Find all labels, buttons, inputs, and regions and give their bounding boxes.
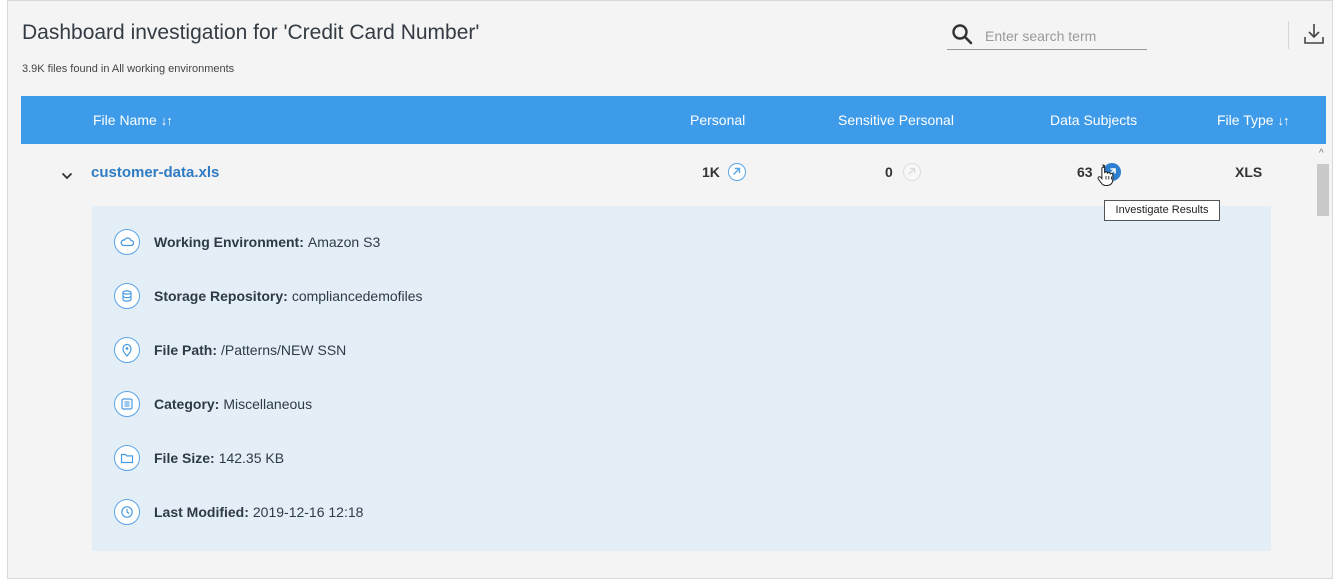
file-type-value: XLS: [1235, 164, 1263, 180]
clock-icon: [114, 499, 140, 525]
detail-label: Category:: [154, 396, 220, 412]
detail-label: Working Environment:: [154, 234, 304, 250]
file-name-link[interactable]: customer-data.xls: [91, 164, 219, 181]
arrow-up-right-icon: [908, 167, 916, 175]
search-box: [947, 21, 1147, 50]
detail-value: Amazon S3: [307, 234, 381, 250]
results-summary: 3.9K files found in All working environm…: [22, 63, 235, 75]
table-row: customer-data.xls 1K 0 63 XLS: [21, 144, 1311, 206]
column-file-type-label: File Type: [1217, 112, 1274, 128]
chevron-down-icon[interactable]: [61, 168, 73, 186]
investigate-results-tooltip: Investigate Results: [1104, 200, 1220, 221]
detail-label: Last Modified:: [154, 504, 249, 520]
download-button[interactable]: [1302, 21, 1326, 52]
data-subjects-count: 63: [1077, 164, 1093, 180]
column-personal: Personal: [690, 112, 746, 128]
detail-value: /Patterns/NEW SSN: [221, 342, 347, 358]
detail-label: File Size:: [154, 450, 215, 466]
file-details-panel: Working Environment: Amazon S3 Storage Re…: [92, 206, 1271, 551]
sensitive-personal-count: 0: [885, 164, 893, 180]
toolbar-divider: [1288, 21, 1289, 49]
page-title: Dashboard investigation for 'Credit Card…: [22, 21, 480, 44]
detail-value: 2019-12-16 12:18: [252, 504, 364, 520]
column-file-name-label: File Name: [93, 112, 157, 128]
sort-icon[interactable]: ↓↑: [1278, 113, 1290, 128]
vertical-scrollbar[interactable]: ^: [1315, 144, 1331, 580]
column-file-type[interactable]: File Type ↓↑: [1217, 112, 1290, 128]
personal-count: 1K: [702, 164, 720, 180]
investigate-sensitive-button: [903, 163, 921, 181]
investigate-personal-button[interactable]: [728, 163, 746, 181]
folder-icon: [114, 445, 140, 471]
dashboard-panel: Dashboard investigation for 'Credit Card…: [7, 0, 1333, 579]
detail-value: 142.35 KB: [218, 450, 285, 466]
cloud-icon: [114, 229, 140, 255]
hand-cursor-icon: [1096, 163, 1116, 192]
detail-value: Miscellaneous: [223, 396, 313, 412]
scroll-up-icon[interactable]: ^: [1319, 148, 1324, 159]
detail-value: compliancedemofiles: [291, 288, 423, 304]
scrollbar-thumb[interactable]: [1317, 164, 1329, 216]
location-pin-icon: [114, 337, 140, 363]
column-data-subjects: Data Subjects: [1050, 112, 1138, 128]
table-header: File Name ↓↑ Personal Sensitive Personal …: [21, 96, 1326, 144]
column-sensitive-personal: Sensitive Personal: [838, 112, 954, 128]
arrow-up-right-icon: [733, 167, 741, 175]
search-input[interactable]: [983, 25, 1147, 47]
search-icon[interactable]: [951, 23, 973, 50]
detail-label: Storage Repository:: [154, 288, 288, 304]
sort-icon[interactable]: ↓↑: [161, 113, 173, 128]
download-icon: [1302, 24, 1326, 51]
detail-label: File Path:: [154, 342, 218, 358]
database-icon: [114, 283, 140, 309]
column-file-name[interactable]: File Name ↓↑: [93, 112, 173, 128]
list-icon: [114, 391, 140, 417]
